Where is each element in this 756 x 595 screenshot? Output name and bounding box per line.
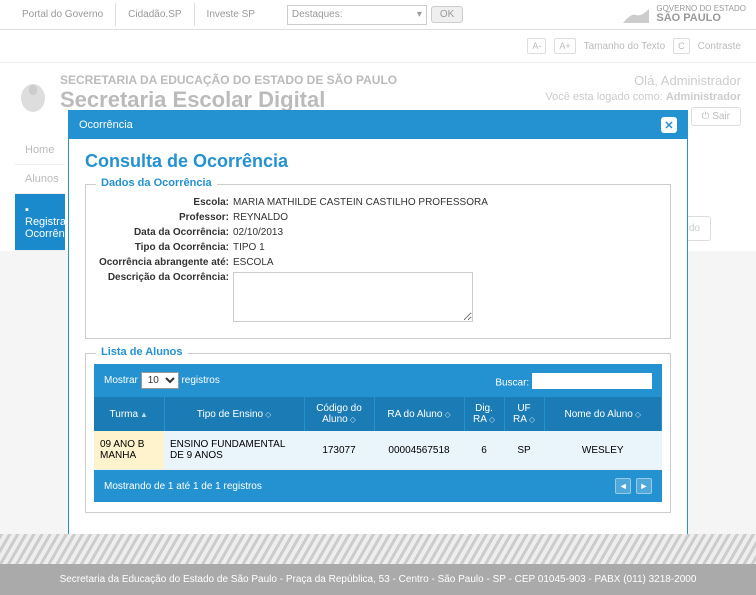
destaques-label: Destaques: [292, 9, 343, 20]
sidebar: Home Alunos ▪ RegistrarOcorrência [15, 136, 65, 251]
fieldset-legend-alunos: Lista de Alunos [96, 346, 188, 358]
fieldset-legend-dados: Dados da Ocorrência [96, 177, 217, 189]
sort-icon: ◇ [529, 415, 535, 424]
nav-registrar-ocorrencia[interactable]: ▪ RegistrarOcorrência [15, 194, 65, 251]
modal-body: Consulta de Ocorrência Dados da Ocorrênc… [69, 139, 687, 539]
chevron-down-icon: ▾ [417, 9, 422, 20]
link-portal-governo[interactable]: Portal do Governo [10, 3, 116, 26]
contrast-button[interactable]: C [673, 38, 690, 54]
logout-button[interactable]: ⏻ Sair [691, 107, 742, 126]
top-bar: Portal do Governo Cidadão.SP Investe SP … [0, 0, 756, 30]
escola-label: Escola: [98, 197, 233, 208]
page-size-select[interactable]: 10 [141, 372, 179, 389]
footer-stripes [0, 534, 756, 564]
logged-as: Você esta logado como: Administrador [545, 91, 741, 103]
cell-ra: 00004567518 [374, 431, 464, 470]
col-tipo-ensino[interactable]: Tipo de Ensino◇ [164, 397, 304, 431]
professor-value: REYNALDO [233, 212, 288, 223]
cell-dig: 6 [464, 431, 504, 470]
modal-header-title: Ocorrência [79, 119, 133, 131]
search-input[interactable] [532, 373, 652, 389]
descricao-textarea[interactable] [233, 272, 473, 322]
data-value: 02/10/2013 [233, 227, 283, 238]
page-size-control: Mostrar 10 registros [104, 372, 220, 389]
nav-home[interactable]: Home [15, 136, 65, 165]
abrang-label: Ocorrência abrangente até: [98, 257, 233, 268]
next-page-button[interactable]: ► [636, 478, 652, 494]
sort-icon: ◇ [635, 410, 641, 419]
prev-page-button[interactable]: ◄ [615, 478, 631, 494]
records-info: Mostrando de 1 até 1 de 1 registros [104, 481, 262, 492]
sao-paulo-icon [621, 5, 651, 25]
table-row[interactable]: 09 ANO B MANHA ENSINO FUNDAMENTAL DE 9 A… [94, 431, 662, 470]
table-header-row: Turma▲ Tipo de Ensino◇ Código do Aluno◇ … [94, 397, 662, 431]
col-nome[interactable]: Nome do Aluno◇ [544, 397, 662, 431]
col-turma[interactable]: Turma▲ [94, 397, 164, 431]
close-button[interactable]: ✕ [661, 117, 677, 133]
nav-alunos[interactable]: Alunos [15, 165, 65, 194]
col-ra[interactable]: RA do Aluno◇ [374, 397, 464, 431]
tipo-value: TIPO 1 [233, 242, 265, 253]
link-investe-sp[interactable]: Investe SP [195, 3, 267, 26]
cell-nome: WESLEY [544, 431, 662, 470]
sort-icon: ◇ [350, 415, 356, 424]
desc-label: Descrição da Ocorrência: [98, 272, 233, 322]
cell-codigo: 173077 [304, 431, 374, 470]
lista-alunos-fieldset: Lista de Alunos Mostrar 10 registros Bus… [85, 353, 671, 513]
ocorrencia-modal: Ocorrência ✕ Consulta de Ocorrência Dado… [68, 110, 688, 540]
sort-asc-icon: ▲ [140, 410, 148, 419]
alunos-table: Turma▲ Tipo de Ensino◇ Código do Aluno◇ … [94, 397, 662, 470]
escola-value: MARIA MATHILDE CASTEIN CASTILHO PROFESSO… [233, 197, 488, 208]
datatable-footer: Mostrando de 1 até 1 de 1 registros ◄ ► [94, 470, 662, 502]
sort-icon: ◇ [265, 410, 271, 419]
tipo-label: Tipo da Ocorrência: [98, 242, 233, 253]
top-links: Portal do Governo Cidadão.SP Investe SP [10, 3, 267, 26]
professor-label: Professor: [98, 212, 233, 223]
power-icon: ⏻ [702, 111, 710, 122]
greeting: Olá, Administrador [545, 73, 741, 88]
data-label: Data da Ocorrência: [98, 227, 233, 238]
cell-uf: SP [504, 431, 544, 470]
col-dig[interactable]: Dig. RA◇ [464, 397, 504, 431]
pagination: ◄ ► [613, 478, 652, 494]
search-control: Buscar: [495, 373, 652, 389]
dados-ocorrencia-fieldset: Dados da Ocorrência Escola:MARIA MATHILD… [85, 184, 671, 339]
col-uf[interactable]: UF RA◇ [504, 397, 544, 431]
accessibility-bar: A- A+ Tamanho do Texto C Contraste [0, 30, 756, 63]
modal-title: Consulta de Ocorrência [85, 151, 671, 172]
abrang-value: ESCOLA [233, 257, 274, 268]
font-increase-button[interactable]: A+ [554, 38, 575, 54]
destaques-group: Destaques: ▾ OK [287, 5, 463, 25]
close-icon: ✕ [664, 119, 673, 132]
col-codigo[interactable]: Código do Aluno◇ [304, 397, 374, 431]
datatable-controls: Mostrar 10 registros Buscar: [94, 364, 662, 397]
sort-icon: ◇ [444, 410, 450, 419]
tamanho-label: Tamanho do Texto [584, 41, 666, 52]
contraste-label: Contraste [698, 41, 741, 52]
destaques-select[interactable]: Destaques: ▾ [287, 5, 427, 25]
header-line1: SECRETARIA DA EDUCAÇÃO DO ESTADO DE SÃO … [60, 73, 545, 87]
link-cidadao-sp[interactable]: Cidadão.SP [116, 3, 194, 26]
gov-big-text: SÃO PAULO [656, 12, 721, 24]
mouse-icon [15, 73, 50, 113]
cell-turma: 09 ANO B MANHA [94, 431, 164, 470]
cell-tipo-ensino: ENSINO FUNDAMENTAL DE 9 ANOS [164, 431, 304, 470]
font-decrease-button[interactable]: A- [527, 38, 546, 54]
modal-header: Ocorrência ✕ [69, 111, 687, 139]
gov-logo: GOVERNO DO ESTADO SÃO PAULO [621, 5, 746, 25]
footer-text: Secretaria da Educação do Estado de São … [0, 564, 756, 595]
ok-button[interactable]: OK [431, 6, 463, 23]
sort-icon: ◇ [489, 415, 495, 424]
